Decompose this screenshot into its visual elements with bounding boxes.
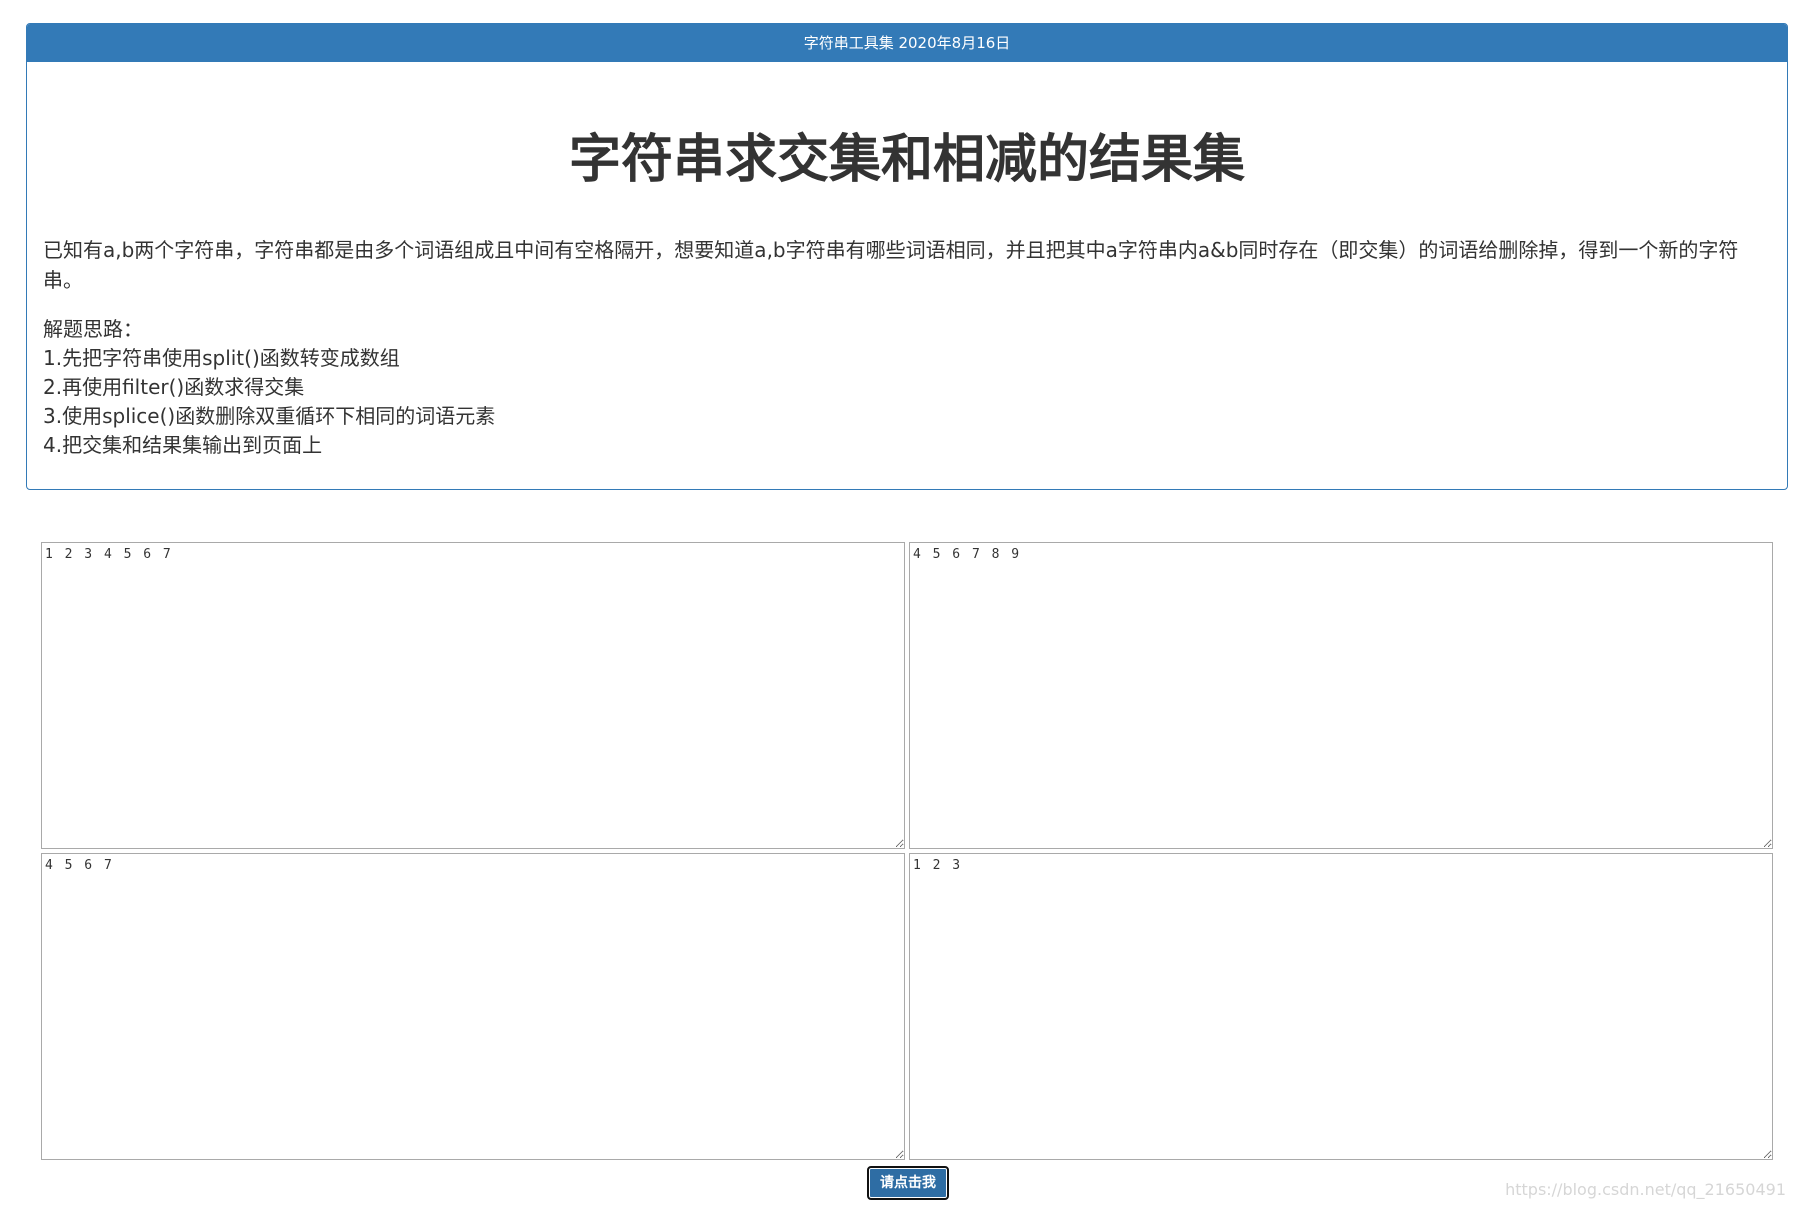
step-item: 3.使用splice()函数删除双重循环下相同的词语元素 [43, 404, 496, 429]
panel-heading: 字符串工具集 2020年8月16日 [27, 24, 1787, 62]
intro-paragraph: 已知有a,b两个字符串，字符串都是由多个词语组成且中间有空格隔开，想要知道a,b… [43, 238, 1739, 293]
steps-title: 解题思路： [43, 317, 143, 342]
intro-panel: 字符串工具集 2020年8月16日 字符串求交集和相减的结果集 已知有a,b两个… [26, 23, 1788, 490]
string-a-textarea[interactable]: 1 2 3 4 5 6 7 [41, 542, 905, 849]
solution-steps: 解题思路： 1.先把字符串使用split()函数转变成数组 2.再使用filte… [43, 315, 1771, 460]
result-textarea[interactable]: 1 2 3 [909, 853, 1773, 1160]
string-b-textarea[interactable]: 4 5 6 7 8 9 [909, 542, 1773, 849]
watermark: https://blog.csdn.net/qq_21650491 [1505, 1180, 1786, 1199]
panel-body: 字符串求交集和相减的结果集 已知有a,b两个字符串，字符串都是由多个词语组成且中… [27, 130, 1787, 460]
step-item: 4.把交集和结果集输出到页面上 [43, 433, 323, 458]
intersection-textarea[interactable]: 4 5 6 7 [41, 853, 905, 1160]
click-me-button[interactable]: 请点击我 [867, 1166, 949, 1200]
step-item: 1.先把字符串使用split()函数转变成数组 [43, 346, 400, 371]
step-item: 2.再使用filter()函数求得交集 [43, 375, 305, 400]
page: 字符串工具集 2020年8月16日 字符串求交集和相减的结果集 已知有a,b两个… [0, 0, 1798, 1207]
page-title: 字符串求交集和相减的结果集 [568, 130, 1245, 190]
